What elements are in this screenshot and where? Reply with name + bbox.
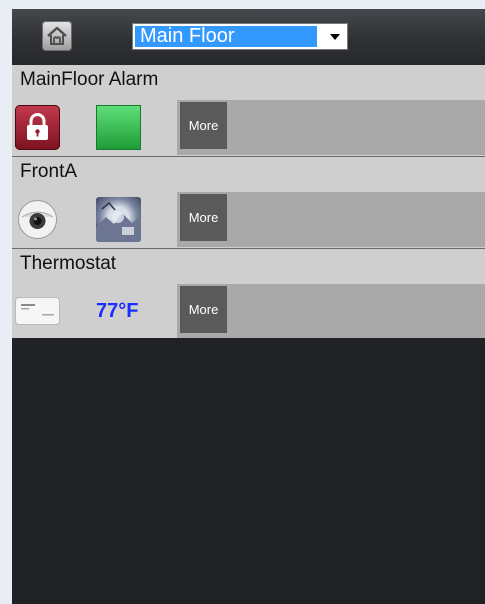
more-button[interactable]: More: [180, 286, 227, 333]
empty-content-area: [12, 338, 485, 604]
floor-select-value: Main Floor: [135, 26, 317, 47]
device-name: MainFloor Alarm: [20, 69, 159, 90]
device-row-thermostat: Thermostat 77°F More: [12, 249, 485, 339]
alarm-status-tile[interactable]: [96, 105, 141, 150]
top-bar: Main Floor: [12, 9, 485, 66]
chevron-down-icon[interactable]: [326, 26, 345, 47]
app-panel: Main Floor MainFloor Alarm More FrontA M…: [12, 9, 485, 604]
thermostat-icon: [15, 289, 60, 334]
green-status-tile: [96, 105, 141, 150]
device-row-fronta: FrontA More: [12, 157, 485, 249]
device-name: FrontA: [20, 161, 78, 182]
floor-select[interactable]: Main Floor: [132, 23, 348, 50]
more-button[interactable]: More: [180, 102, 227, 149]
thermostat-body: [15, 297, 60, 325]
device-row-mainfloor-alarm: MainFloor Alarm More: [12, 65, 485, 157]
device-name: Thermostat: [20, 253, 117, 274]
home-button[interactable]: [42, 21, 72, 51]
lock-button[interactable]: [15, 105, 60, 150]
camera-snapshot-thumbnail: [96, 197, 141, 242]
temperature-readout: 77°F: [96, 300, 139, 322]
more-button[interactable]: More: [180, 194, 227, 241]
window-frame: Main Floor MainFloor Alarm More FrontA M…: [0, 0, 485, 604]
lock-icon: [15, 105, 60, 150]
camera-button[interactable]: [15, 197, 60, 242]
camera-thumbnail-button[interactable]: [96, 197, 141, 242]
thermostat-button[interactable]: [15, 289, 60, 334]
home-icon: [47, 26, 67, 45]
security-camera-icon: [18, 200, 57, 239]
